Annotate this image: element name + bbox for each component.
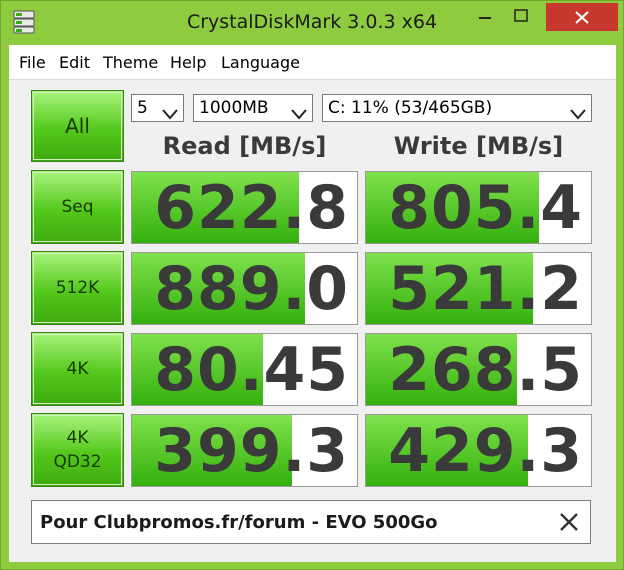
4k-write-value: 268.5 <box>388 335 583 405</box>
4k-qd32-read-value: 399.3 <box>154 416 349 486</box>
4k-qd32-read-result: 399.3 <box>131 414 358 487</box>
chevron-down-icon <box>291 102 307 120</box>
512k-write-result: 521.2 <box>365 252 592 325</box>
chevron-down-icon <box>162 102 178 120</box>
512k-label: 512K <box>55 278 100 298</box>
clear-icon[interactable] <box>558 511 580 533</box>
write-column-header: Write [MB/s] <box>393 132 564 160</box>
read-column-header: Read [MB/s] <box>162 132 327 160</box>
4k-read-result: 80.45 <box>131 333 358 406</box>
seq-read-result: 622.8 <box>131 171 358 244</box>
512k-read-value: 889.0 <box>154 254 349 324</box>
maximize-icon[interactable] <box>507 2 535 32</box>
seq-write-value: 805.4 <box>388 173 583 243</box>
4k-read-value: 80.45 <box>154 335 349 405</box>
app-window: CrystalDiskMark 3.0.3 x64 File Edit Them… <box>0 0 624 570</box>
test-size-value: 1000MB <box>199 98 269 118</box>
title-bar[interactable]: CrystalDiskMark 3.0.3 x64 <box>1 1 623 45</box>
menu-edit[interactable]: Edit <box>59 53 90 72</box>
4k-test-button[interactable]: 4K <box>31 332 124 406</box>
menu-help[interactable]: Help <box>170 53 206 72</box>
test-count-value: 5 <box>137 98 148 118</box>
menu-language[interactable]: Language <box>221 53 300 72</box>
chevron-down-icon <box>570 102 586 120</box>
test-count-select[interactable]: 5 <box>131 94 184 122</box>
seq-write-result: 805.4 <box>365 171 592 244</box>
4k-qd32-test-button[interactable]: 4K QD32 <box>31 413 124 487</box>
512k-write-value: 521.2 <box>388 254 583 324</box>
4k-label: 4K <box>66 359 89 379</box>
benchmark-panel: All 5 1000MB C: 11% (53/465GB) Read [MB/… <box>9 80 616 562</box>
512k-read-result: 889.0 <box>131 252 358 325</box>
comment-text[interactable]: Pour Clubpromos.fr/forum - EVO 500Go <box>40 512 438 533</box>
test-size-select[interactable]: 1000MB <box>193 94 313 122</box>
4k-write-result: 268.5 <box>365 333 592 406</box>
comment-field[interactable]: Pour Clubpromos.fr/forum - EVO 500Go <box>31 500 591 544</box>
menu-theme[interactable]: Theme <box>103 53 158 72</box>
4k-qd32-write-value: 429.3 <box>388 416 583 486</box>
menu-file[interactable]: File <box>19 53 46 72</box>
4k-qd32-label-line2: QD32 <box>53 452 102 472</box>
seq-test-button[interactable]: Seq <box>31 170 124 244</box>
menu-bar: File Edit Theme Help Language <box>9 45 616 80</box>
minimize-icon[interactable] <box>471 2 499 32</box>
4k-qd32-label-line1: 4K <box>66 428 89 448</box>
4k-qd32-write-result: 429.3 <box>365 414 592 487</box>
seq-label: Seq <box>61 197 94 217</box>
all-button[interactable]: All <box>31 90 124 162</box>
drive-select[interactable]: C: 11% (53/465GB) <box>322 94 592 122</box>
seq-read-value: 622.8 <box>154 173 349 243</box>
drive-value: C: 11% (53/465GB) <box>328 98 493 118</box>
close-icon[interactable] <box>546 3 618 31</box>
512k-test-button[interactable]: 512K <box>31 251 124 325</box>
